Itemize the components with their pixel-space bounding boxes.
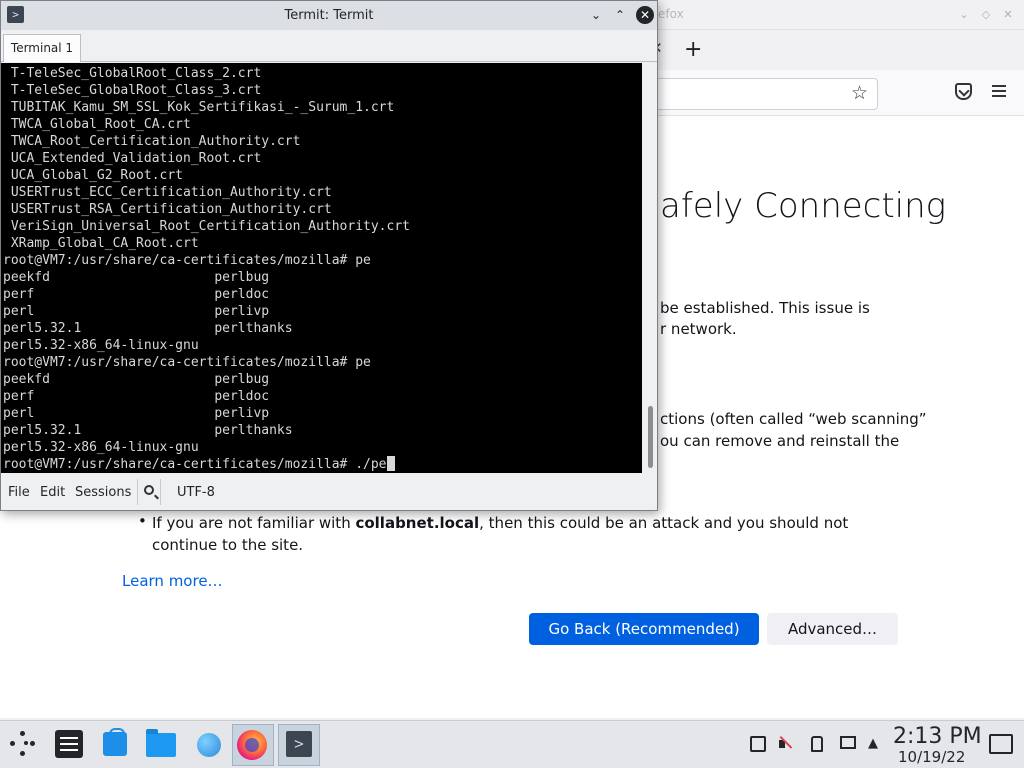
- terminal-line: perl5.32.1 perlthanks: [3, 321, 293, 336]
- terminal-line: USERTrust_ECC_Certification_Authority.cr…: [3, 185, 332, 200]
- new-tab-button[interactable]: +: [684, 36, 702, 64]
- bullet-text-pre: If you are not familiar with: [152, 514, 356, 532]
- system-settings-icon[interactable]: [55, 730, 83, 758]
- minimize-icon[interactable]: ⌄: [955, 6, 973, 24]
- terminal-line: root@VM7:/usr/share/ca-certificates/mozi…: [3, 355, 371, 370]
- usb-device-icon[interactable]: [811, 736, 823, 752]
- terminal-line: T-TeleSec_GlobalRoot_Class_2.crt: [3, 66, 262, 81]
- error-text-line: be established. This issue is: [660, 299, 870, 317]
- file-manager-icon[interactable]: [146, 729, 176, 757]
- close-icon[interactable]: ✕: [636, 6, 654, 24]
- termit-window: > Termit: Termit ⌄ ⌃ ✕ Terminal 1 T-Tele…: [0, 0, 658, 511]
- error-text-line: ou can remove and reinstall the: [660, 432, 900, 450]
- scrollbar-thumb[interactable]: [648, 406, 653, 468]
- advanced-button[interactable]: Advanced…: [767, 613, 898, 645]
- browser-globe-icon[interactable]: [197, 733, 221, 757]
- terminal-icon[interactable]: >: [286, 731, 312, 757]
- error-text-line: ctions (often called “web scanning”: [660, 410, 927, 428]
- maximize-icon[interactable]: ⌃: [611, 6, 629, 24]
- show-desktop-icon[interactable]: [989, 734, 1013, 754]
- terminal-line: TUBITAK_Kamu_SM_SSL_Kok_Sertifikasi_-_Su…: [3, 100, 395, 115]
- tab-terminal-1[interactable]: Terminal 1: [3, 34, 81, 62]
- terminal-line: peekfd perlbug: [3, 270, 270, 285]
- firefox-icon[interactable]: [237, 730, 267, 760]
- window-title: Termit: Termit: [284, 8, 374, 23]
- bullet-marker: •: [138, 512, 147, 530]
- terminal-line: perl5.32-x86_64-linux-gnu: [3, 440, 199, 455]
- terminal-line: perl perlivp: [3, 304, 270, 319]
- terminal-line: VeriSign_Universal_Root_Certification_Au…: [3, 219, 410, 234]
- search-button[interactable]: [137, 479, 161, 505]
- encoding-label[interactable]: UTF-8: [177, 485, 215, 500]
- menu-sessions[interactable]: Sessions: [75, 485, 131, 500]
- minimize-icon[interactable]: ⌄: [587, 6, 605, 24]
- bookmark-star-icon[interactable]: ☆: [851, 82, 868, 104]
- terminal-line: UCA_Global_G2_Root.crt: [3, 168, 184, 183]
- terminal-line: TWCA_Root_Certification_Authority.crt: [3, 134, 301, 149]
- go-back-button[interactable]: Go Back (Recommended): [529, 613, 759, 645]
- menu-edit[interactable]: Edit: [40, 485, 65, 500]
- clock-time[interactable]: 2:13 PM: [893, 724, 982, 749]
- terminal-line: perl5.32.1 perlthanks: [3, 423, 293, 438]
- terminal-line: perl perlivp: [3, 406, 270, 421]
- error-title: afely Connecting: [660, 186, 947, 226]
- terminal-line: perl5.32-x86_64-linux-gnu: [3, 338, 199, 353]
- volume-muted-icon[interactable]: [779, 736, 795, 752]
- terminal-line: UCA_Extended_Validation_Root.crt: [3, 151, 262, 166]
- terminal-line: USERTrust_RSA_Certification_Authority.cr…: [3, 202, 332, 217]
- terminal-tabbar: Terminal 1: [1, 30, 657, 62]
- terminal-output: T-TeleSec_GlobalRoot_Class_2.crt T-TeleS…: [3, 65, 410, 473]
- network-icon[interactable]: [840, 736, 856, 749]
- terminal-line: root@VM7:/usr/share/ca-certificates/mozi…: [3, 456, 410, 473]
- learn-more-link[interactable]: Learn more…: [122, 572, 223, 590]
- app-menu-icon[interactable]: [992, 85, 1006, 97]
- terminal-menubar: File Edit Sessions UTF-8: [1, 474, 657, 510]
- terminal-screen[interactable]: T-TeleSec_GlobalRoot_Class_2.crt T-TeleS…: [1, 63, 642, 473]
- error-bullet-text: If you are not familiar with collabnet.l…: [152, 512, 912, 556]
- terminal-line: root@VM7:/usr/share/ca-certificates/mozi…: [3, 253, 371, 268]
- termit-titlebar[interactable]: > Termit: Termit ⌄ ⌃ ✕: [1, 1, 657, 30]
- terminal-line: TWCA_Global_Root_CA.crt: [3, 117, 191, 132]
- text-cursor: [386, 456, 395, 471]
- software-store-icon[interactable]: [103, 728, 127, 756]
- menu-file[interactable]: File: [8, 485, 30, 500]
- pocket-icon[interactable]: [955, 83, 972, 100]
- search-icon: [144, 485, 154, 495]
- terminal-line: T-TeleSec_GlobalRoot_Class_3.crt: [3, 83, 262, 98]
- terminal-line: perf perldoc: [3, 287, 270, 302]
- terminal-line: peekfd perlbug: [3, 372, 270, 387]
- error-text-line: r network.: [660, 320, 737, 338]
- close-icon[interactable]: ✕: [999, 6, 1017, 24]
- tray-expand-icon[interactable]: ▲: [868, 736, 878, 751]
- clipboard-icon[interactable]: [750, 736, 766, 752]
- terminal-line: XRamp_Global_CA_Root.crt: [3, 236, 199, 251]
- maximize-icon[interactable]: ◇: [977, 6, 995, 24]
- terminal-line: perf perldoc: [3, 389, 270, 404]
- app-launcher-icon[interactable]: [10, 731, 36, 757]
- clock-date[interactable]: 10/19/22: [898, 748, 965, 766]
- firefox-title: efox: [658, 7, 684, 21]
- host-name: collabnet.local: [355, 514, 480, 532]
